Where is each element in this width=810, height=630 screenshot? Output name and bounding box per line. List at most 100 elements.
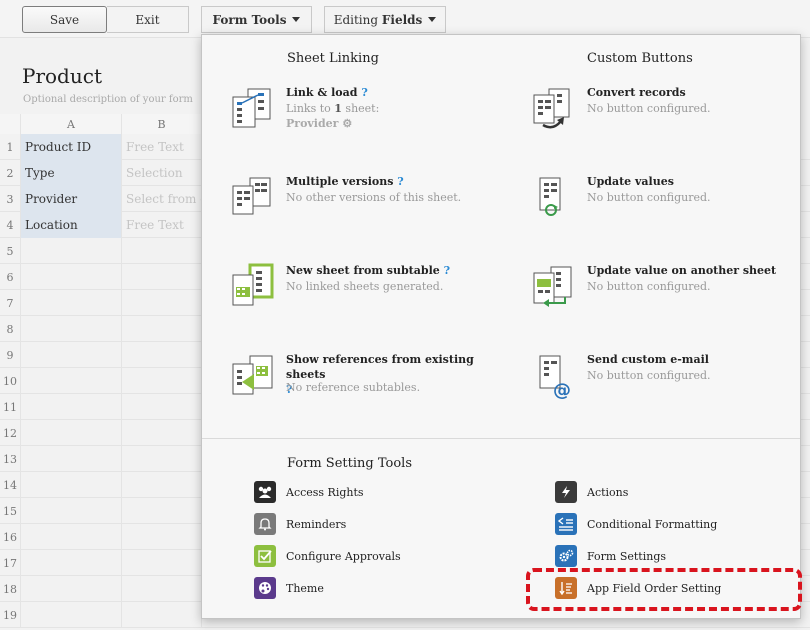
- convert-records-icon: [533, 88, 570, 129]
- cell-b[interactable]: Free Text: [122, 212, 202, 238]
- row-number[interactable]: 8: [0, 316, 21, 342]
- cell-a[interactable]: [21, 290, 122, 316]
- cell-a[interactable]: [21, 368, 122, 394]
- cell-a[interactable]: Location: [21, 212, 122, 238]
- update-values-tool[interactable]: Update values No button configured.: [531, 174, 810, 254]
- row-number[interactable]: 16: [0, 524, 21, 550]
- column-header-b[interactable]: B: [122, 114, 202, 134]
- svg-text:@: @: [553, 380, 571, 400]
- cell-b[interactable]: [122, 342, 202, 368]
- cell-a[interactable]: [21, 342, 122, 368]
- row-number[interactable]: 5: [0, 238, 21, 264]
- cell-b[interactable]: [122, 472, 202, 498]
- row-number[interactable]: 4: [0, 212, 21, 238]
- cell-a[interactable]: [21, 524, 122, 550]
- cell-b[interactable]: [122, 550, 202, 576]
- update-other-sheet-tool[interactable]: Update value on another sheet No button …: [531, 263, 810, 343]
- row-number[interactable]: 19: [0, 602, 21, 628]
- row-number[interactable]: 10: [0, 368, 21, 394]
- cell-a[interactable]: [21, 602, 122, 628]
- column-header-a[interactable]: A: [21, 114, 122, 134]
- cell-a[interactable]: [21, 472, 122, 498]
- cell-b[interactable]: [122, 394, 202, 420]
- convert-records-tool[interactable]: Convert records No button configured.: [531, 85, 810, 165]
- show-references-tool[interactable]: Show references from existing sheets? No…: [230, 352, 510, 432]
- help-icon[interactable]: ?: [444, 264, 450, 277]
- update-values-icon: [539, 177, 561, 216]
- row-number[interactable]: 17: [0, 550, 21, 576]
- row-number[interactable]: 1: [0, 134, 21, 160]
- cell-b[interactable]: [122, 420, 202, 446]
- form-settings-item[interactable]: Form Settings: [555, 544, 810, 568]
- toolbar: Save Exit Form Tools Editing Fields: [0, 0, 810, 38]
- form-tools-button[interactable]: Form Tools: [201, 6, 312, 33]
- row-number[interactable]: 11: [0, 394, 21, 420]
- convert-records-info: No button configured.: [587, 102, 711, 115]
- palette-icon: [254, 577, 276, 599]
- new-sheet-subtable-tool[interactable]: New sheet from subtable ? No linked shee…: [230, 263, 510, 343]
- conditional-formatting-item[interactable]: Conditional Formatting: [555, 512, 810, 536]
- cell-a[interactable]: [21, 446, 122, 472]
- send-email-tool[interactable]: @ Send custom e-mail No button configure…: [531, 352, 810, 432]
- actions-item[interactable]: Actions: [555, 480, 810, 504]
- cell-a[interactable]: [21, 394, 122, 420]
- row-number[interactable]: 9: [0, 342, 21, 368]
- cell-a[interactable]: [21, 264, 122, 290]
- custom-buttons-title: Custom Buttons: [587, 51, 693, 66]
- update-other-sheet-label: Update value on another sheet: [587, 264, 777, 277]
- cell-b[interactable]: [122, 576, 202, 602]
- provider-link[interactable]: Provider ⚙: [286, 116, 352, 131]
- cell-a[interactable]: [21, 498, 122, 524]
- multiple-versions-tool[interactable]: Multiple versions ? No other versions of…: [230, 174, 510, 254]
- form-title[interactable]: Product: [22, 64, 102, 88]
- row-number[interactable]: 14: [0, 472, 21, 498]
- cell-a[interactable]: Provider: [21, 186, 122, 212]
- cell-a[interactable]: Type: [21, 160, 122, 186]
- row-number[interactable]: 6: [0, 264, 21, 290]
- cell-b[interactable]: [122, 264, 202, 290]
- access-rights-label: Access Rights: [286, 485, 364, 499]
- cell-b[interactable]: [122, 446, 202, 472]
- row-number[interactable]: 7: [0, 290, 21, 316]
- row-number[interactable]: 18: [0, 576, 21, 602]
- help-icon[interactable]: ?: [361, 86, 367, 99]
- lightning-icon: [555, 481, 577, 503]
- editing-fields-button[interactable]: Editing Fields: [324, 6, 446, 33]
- multiple-versions-label: Multiple versions: [286, 175, 394, 188]
- cell-b[interactable]: [122, 290, 202, 316]
- help-icon[interactable]: ?: [397, 175, 403, 188]
- update-other-sheet-icon: [533, 266, 572, 307]
- link-load-tool[interactable]: Link & load ? Links to 1 sheet: Provider…: [230, 85, 510, 165]
- row-number[interactable]: 13: [0, 446, 21, 472]
- show-references-label: Show references from existing sheets: [286, 353, 474, 381]
- access-rights-item[interactable]: Access Rights: [254, 480, 514, 504]
- cell-a[interactable]: [21, 316, 122, 342]
- cell-b[interactable]: [122, 602, 202, 628]
- show-references-icon: [232, 355, 273, 395]
- cell-a[interactable]: [21, 550, 122, 576]
- cell-a[interactable]: [21, 238, 122, 264]
- theme-item[interactable]: Theme: [254, 576, 514, 600]
- cell-a[interactable]: [21, 576, 122, 602]
- cell-b[interactable]: [122, 498, 202, 524]
- row-number[interactable]: 15: [0, 498, 21, 524]
- save-button[interactable]: Save: [22, 6, 107, 33]
- cell-b[interactable]: [122, 316, 202, 342]
- cell-b[interactable]: Free Text: [122, 134, 202, 160]
- cell-b[interactable]: [122, 524, 202, 550]
- row-number[interactable]: 12: [0, 420, 21, 446]
- cell-a[interactable]: [21, 420, 122, 446]
- form-description[interactable]: Optional description of your form: [23, 94, 193, 105]
- cell-a[interactable]: Product ID: [21, 134, 122, 160]
- gear-icon[interactable]: ⚙: [342, 117, 352, 130]
- caret-down-icon: [428, 17, 437, 22]
- row-number[interactable]: 3: [0, 186, 21, 212]
- reminders-item[interactable]: Reminders: [254, 512, 514, 536]
- cell-b[interactable]: Selection: [122, 160, 202, 186]
- cell-b[interactable]: Select from ot: [122, 186, 202, 212]
- configure-approvals-item[interactable]: Configure Approvals: [254, 544, 514, 568]
- cell-b[interactable]: [122, 368, 202, 394]
- exit-button[interactable]: Exit: [107, 6, 189, 33]
- row-number[interactable]: 2: [0, 160, 21, 186]
- cell-b[interactable]: [122, 238, 202, 264]
